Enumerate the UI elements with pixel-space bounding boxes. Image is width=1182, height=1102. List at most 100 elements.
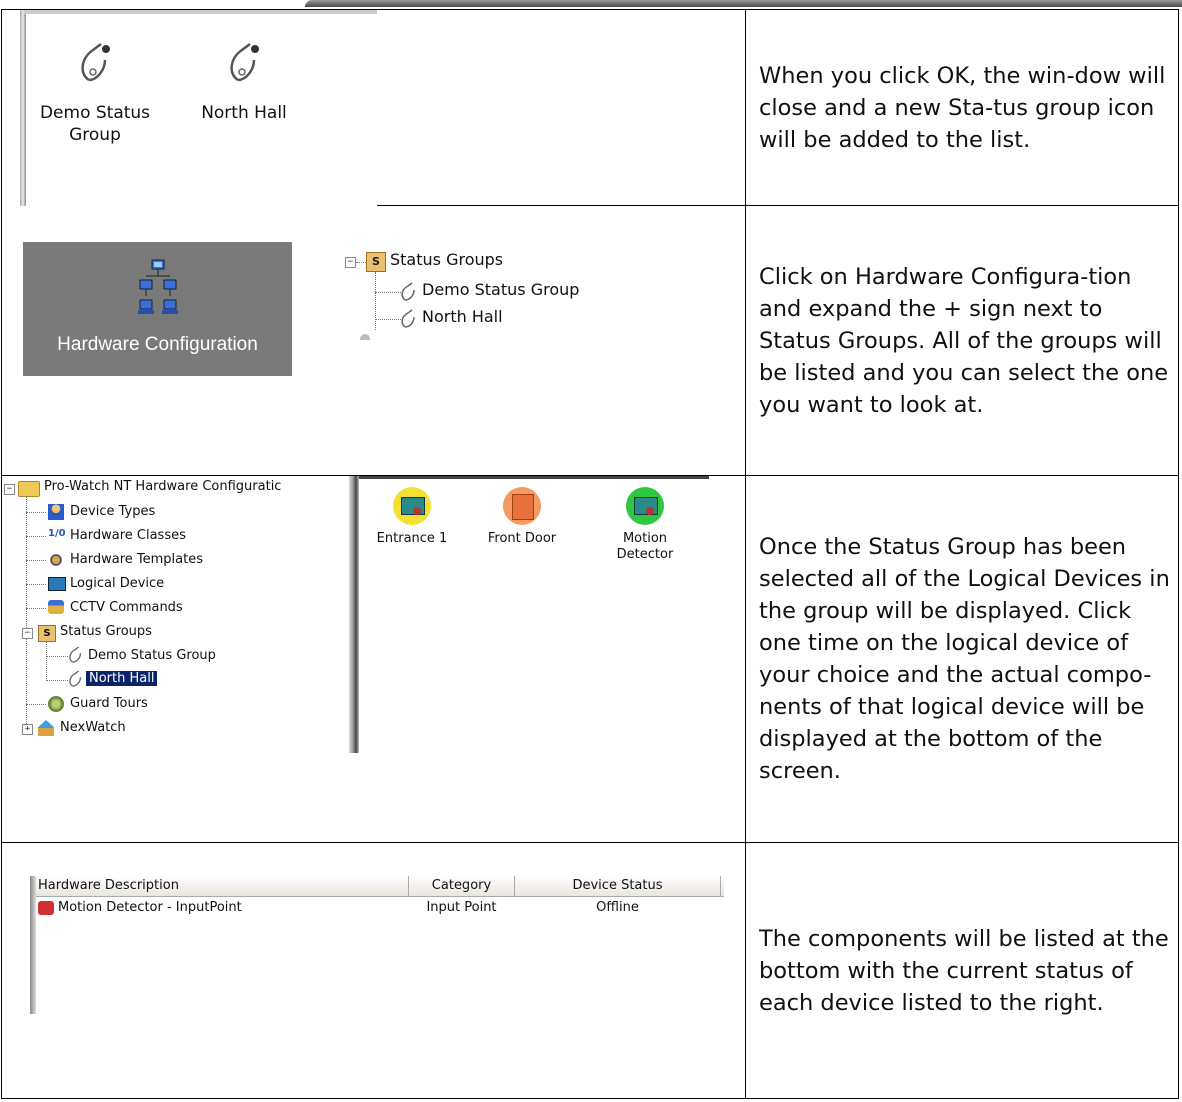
device-icon xyxy=(626,487,664,525)
tree-item-label[interactable]: Status Groups xyxy=(60,624,152,639)
device-icon xyxy=(393,487,431,525)
icon-label: North Hall xyxy=(201,103,287,123)
screenshot-cell: Demo Status Group North Hall xyxy=(1,9,746,206)
tree-item-label[interactable]: Status Groups xyxy=(390,250,503,269)
tree-connector xyxy=(46,641,47,681)
column-header-label: Category xyxy=(431,878,492,893)
cell-status: Offline xyxy=(596,900,639,915)
tree-item-label[interactable]: Demo Status Group xyxy=(422,280,579,299)
stethoscope-icon xyxy=(81,43,110,82)
tree-item-label[interactable]: NexWatch xyxy=(60,720,126,735)
tree-item-label[interactable]: Hardware Classes xyxy=(70,528,186,543)
window-top-border xyxy=(24,10,377,14)
description-cell: Once the Status Group has been selected … xyxy=(745,475,1179,843)
stethoscope-icon xyxy=(401,282,415,301)
step-text: Once the Status Group has been selected … xyxy=(759,534,1170,784)
components-list-screenshot: Hardware Description Category Device Sta… xyxy=(30,876,724,1014)
tree-connector xyxy=(26,496,27,730)
partial-icon xyxy=(360,334,370,340)
cell-description: Motion Detector - InputPoint xyxy=(58,900,242,915)
hardware-config-screenshot: − Pro-Watch NT Hardware Configuratic Dev… xyxy=(4,476,709,756)
table-row: Hardware Description Category Device Sta… xyxy=(1,842,1179,1099)
hardware-classes-icon: 1/0 xyxy=(48,528,66,539)
step-text: Click on Hardware Configura-tion and exp… xyxy=(759,263,1169,418)
tree-root-label[interactable]: Pro-Watch NT Hardware Configuratic xyxy=(44,479,281,494)
icon-item[interactable]: North Hall xyxy=(184,40,304,124)
tree-item-label[interactable]: Device Types xyxy=(70,504,155,519)
list-header: Hardware Description Category Device Sta… xyxy=(36,876,724,897)
tree-item-label[interactable]: Hardware Templates xyxy=(70,552,203,567)
tree-connector xyxy=(375,272,376,330)
device-label: Motion Detector xyxy=(616,531,674,562)
tree-item-label[interactable]: Logical Device xyxy=(70,576,164,591)
tree-connector xyxy=(46,656,68,657)
tree-connector xyxy=(375,292,401,293)
tree-item-label[interactable]: Guard Tours xyxy=(70,696,148,711)
table-row: − Pro-Watch NT Hardware Configuratic Dev… xyxy=(1,475,1179,843)
device-label: Entrance 1 xyxy=(376,531,448,546)
tree-item-label[interactable]: Demo Status Group xyxy=(88,648,216,663)
instruction-table: Demo Status Group North Hall When you cl… xyxy=(1,9,1179,1099)
folder-icon: S xyxy=(366,252,386,272)
device-item[interactable]: Front Door xyxy=(477,487,567,546)
column-header-label: Hardware Description xyxy=(38,878,179,893)
tree-connector xyxy=(26,536,46,537)
step-text: When you click OK, the win-dow will clos… xyxy=(759,62,1166,153)
tree-connector xyxy=(26,704,46,705)
tree-connector xyxy=(26,560,46,561)
table-row[interactable]: Motion Detector - InputPoint Input Point… xyxy=(38,898,718,918)
icon-label: Demo Status Group xyxy=(39,103,151,145)
expand-toggle[interactable]: + xyxy=(22,724,33,735)
description-cell: Click on Hardware Configura-tion and exp… xyxy=(745,205,1179,476)
status-groups-tree: − S Status Groups Demo Status Group Nort… xyxy=(344,246,634,378)
screenshot-cell: Hardware Configuration − S Status Groups… xyxy=(1,205,746,476)
column-header[interactable]: Category xyxy=(409,876,515,896)
stethoscope-icon xyxy=(230,43,259,82)
tree-item-selected[interactable]: North Hall xyxy=(86,671,158,686)
collapse-toggle[interactable]: − xyxy=(4,484,15,495)
device-item[interactable]: Motion Detector xyxy=(595,487,695,563)
stethoscope-icon xyxy=(69,646,82,663)
folder-icon: S xyxy=(38,625,56,642)
tree-connector xyxy=(375,319,401,320)
door-icon xyxy=(503,487,541,525)
device-item[interactable]: Entrance 1 xyxy=(367,487,457,546)
pane-splitter[interactable] xyxy=(349,476,359,753)
cell-category: Input Point xyxy=(426,900,497,915)
column-header[interactable]: Hardware Description xyxy=(38,876,409,896)
tree-connector xyxy=(26,608,46,609)
tree-item-label[interactable]: North Hall xyxy=(422,307,503,326)
collapse-toggle[interactable]: − xyxy=(345,257,356,268)
table-row: Hardware Configuration − S Status Groups… xyxy=(1,205,1179,476)
tree-connector xyxy=(26,584,46,585)
folder-icon xyxy=(18,481,40,497)
logical-device-icon xyxy=(48,577,66,591)
gear-icon xyxy=(48,552,64,568)
tree-connector xyxy=(46,680,68,681)
icon-item[interactable]: Demo Status Group xyxy=(36,40,154,146)
collapse-toggle[interactable]: − xyxy=(22,628,33,639)
column-header-label: Device Status xyxy=(572,878,663,893)
tree-pane: − Pro-Watch NT Hardware Configuratic Dev… xyxy=(4,476,349,753)
step-text: The components will be listed at the bot… xyxy=(759,925,1169,1016)
device-label: Front Door xyxy=(487,531,557,546)
description-cell: When you click OK, the win-dow will clos… xyxy=(745,9,1179,206)
device-pane: Entrance 1 Front Door Motion Detector xyxy=(359,476,709,756)
panel-label: Hardware Configuration xyxy=(57,334,258,355)
top-tab-bar xyxy=(305,0,1182,7)
tree-item-label[interactable]: CCTV Commands xyxy=(70,600,183,615)
tree-connector xyxy=(26,512,46,513)
network-icon xyxy=(138,259,178,314)
table-row: Demo Status Group North Hall When you cl… xyxy=(1,9,1179,206)
input-point-icon xyxy=(38,901,54,915)
hardware-config-panel[interactable]: Hardware Configuration xyxy=(23,242,292,376)
column-header[interactable]: Device Status xyxy=(515,876,721,896)
icon-view-screenshot: Demo Status Group North Hall xyxy=(2,10,377,206)
device-types-icon xyxy=(48,504,64,520)
stethoscope-icon xyxy=(401,309,415,328)
camera-icon xyxy=(48,600,64,614)
stethoscope-icon xyxy=(69,670,82,687)
guard-tours-icon xyxy=(48,696,64,712)
screenshot-cell: − Pro-Watch NT Hardware Configuratic Dev… xyxy=(1,475,746,843)
nexwatch-icon xyxy=(38,720,54,736)
